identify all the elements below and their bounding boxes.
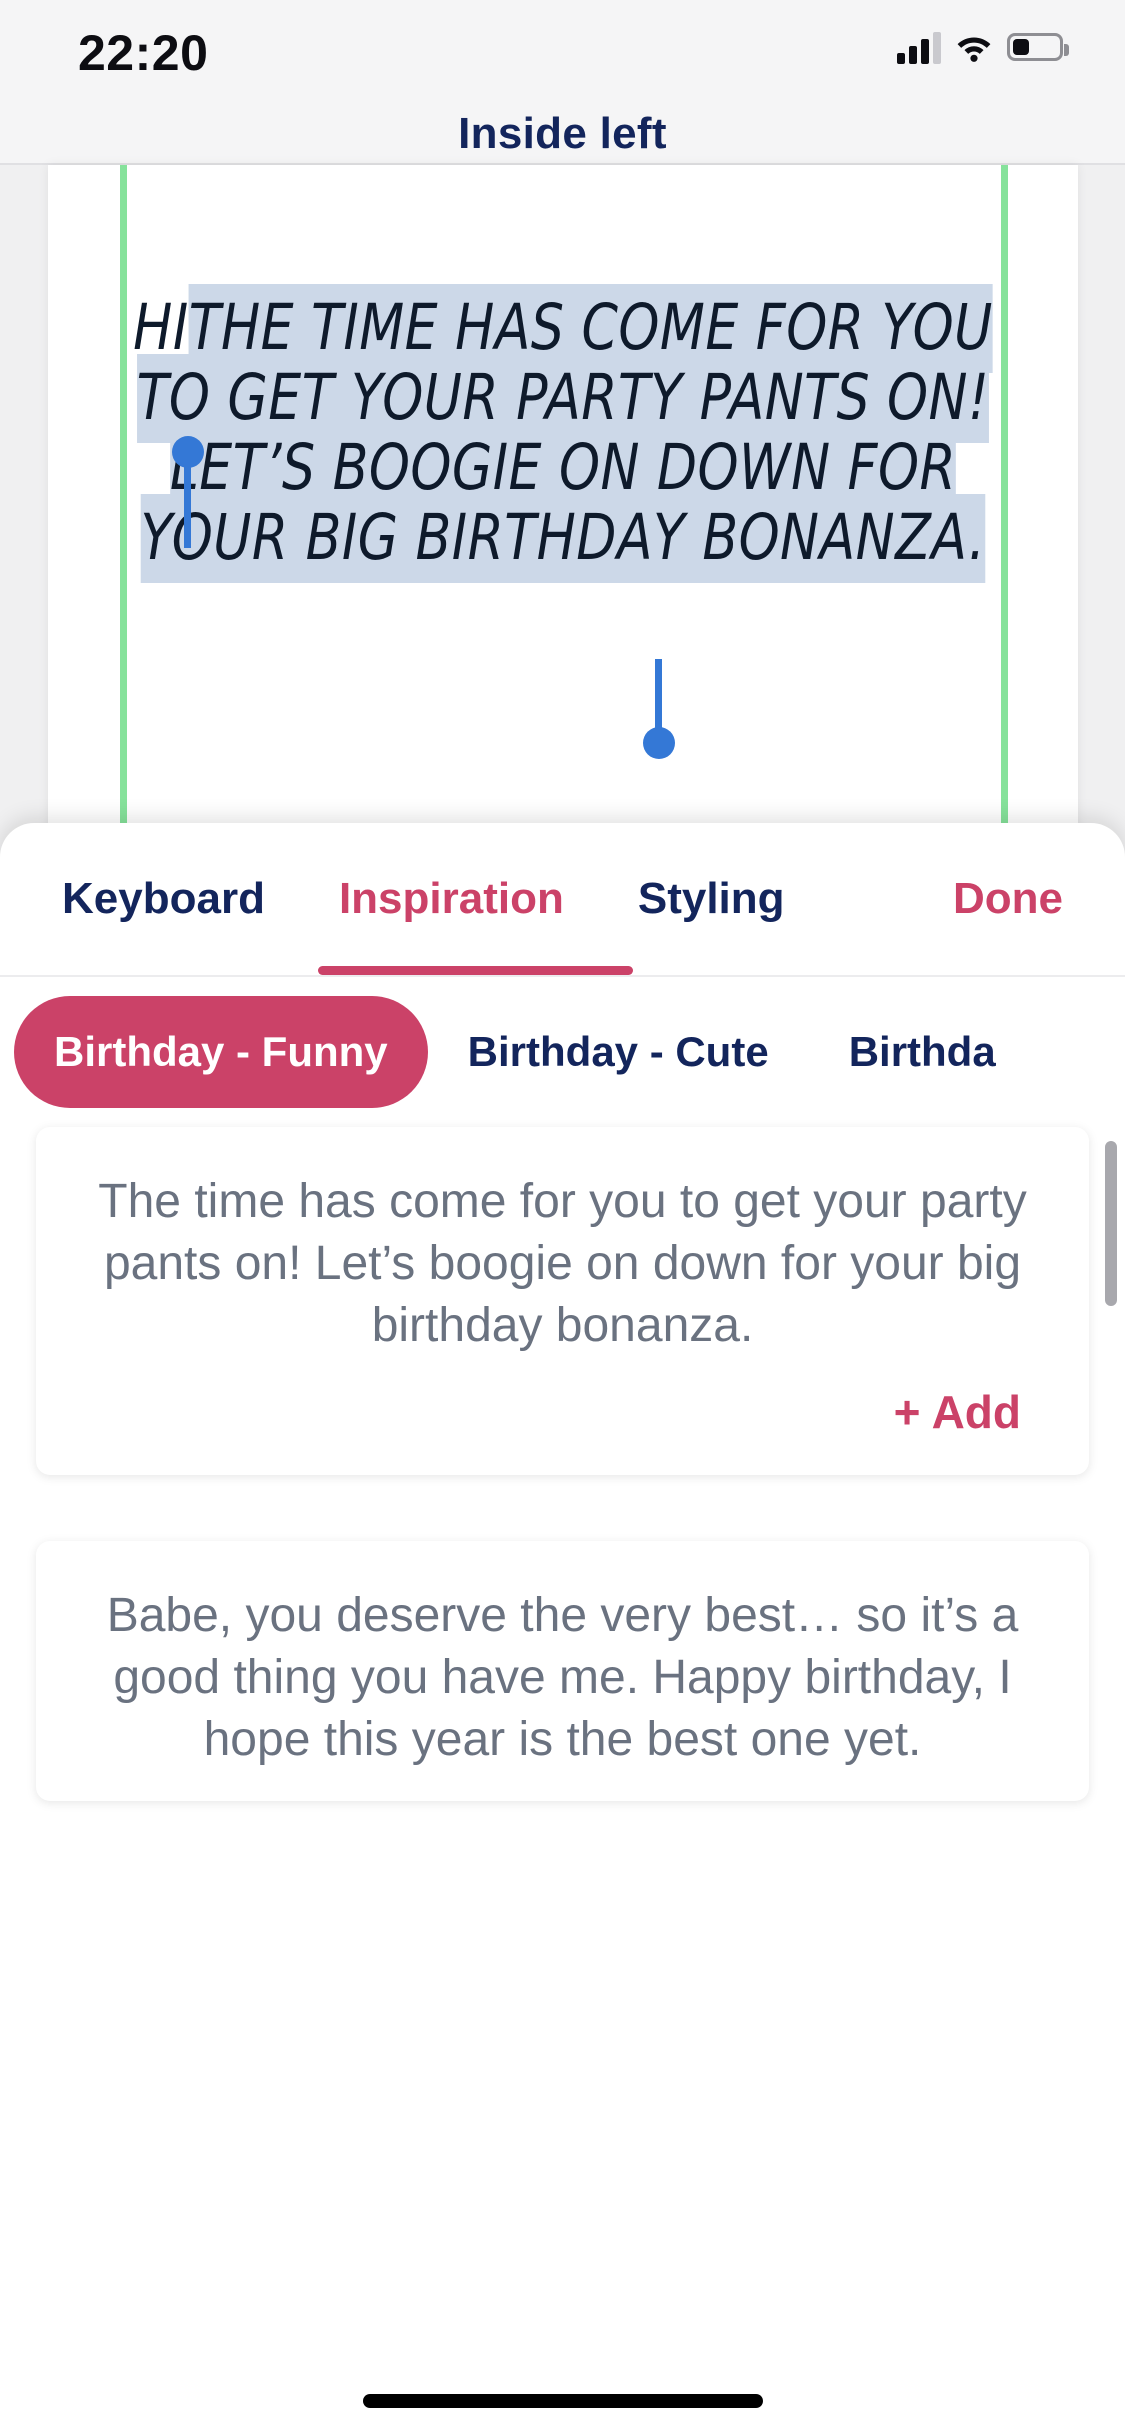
home-indicator	[362, 2394, 763, 2408]
suggestion-list: The time has come for you to get your pa…	[0, 1127, 1125, 1801]
category-chip-row[interactable]: Birthday - Funny Birthday - Cute Birthda	[0, 977, 1125, 1127]
scrollbar-track[interactable]	[1105, 1141, 1117, 1611]
chip-birthday-funny[interactable]: Birthday - Funny	[14, 996, 428, 1108]
card-text-editor[interactable]: HITHE TIME HAS COME FOR YOU TO GET YOUR …	[126, 284, 1000, 583]
add-button[interactable]: + Add	[882, 1379, 1033, 1445]
status-bar: 22:20	[0, 0, 1125, 104]
navigation-bar: Inside left	[0, 104, 1125, 164]
tab-inspiration[interactable]: Inspiration	[339, 874, 564, 924]
status-indicators	[897, 30, 1069, 64]
active-tab-indicator	[318, 966, 633, 975]
inspiration-sheet: Keyboard Inspiration Styling Done Birthd…	[0, 823, 1125, 2436]
card-text-selected: THE TIME HAS COME FOR YOU TO GET YOUR PA…	[136, 284, 993, 583]
selection-handle-start-bar	[184, 456, 191, 548]
scrollbar-thumb[interactable]	[1105, 1141, 1117, 1306]
suggestion-card-1[interactable]: The time has come for you to get your pa…	[36, 1127, 1089, 1475]
cellular-bars-icon	[897, 30, 941, 64]
battery-icon	[1007, 33, 1069, 61]
tab-keyboard[interactable]: Keyboard	[62, 874, 265, 924]
page-title: Inside left	[458, 109, 667, 158]
selection-handle-end-knob[interactable]	[643, 727, 675, 759]
tab-styling[interactable]: Styling	[638, 874, 785, 924]
suggestion-actions: + Add	[92, 1379, 1033, 1445]
wifi-icon	[955, 32, 993, 62]
chip-birthday-third[interactable]: Birthda	[809, 996, 1036, 1108]
phone-screen: 22:20 Inside left HITHE TIME HAS COME FO…	[0, 0, 1125, 2436]
sheet-tab-bar: Keyboard Inspiration Styling Done	[0, 823, 1125, 975]
suggestion-text: The time has come for you to get your pa…	[98, 1175, 1027, 1352]
suggestion-card-2[interactable]: Babe, you deserve the very best… so it’s…	[36, 1541, 1089, 1801]
suggestion-text: Babe, you deserve the very best… so it’s…	[106, 1589, 1019, 1766]
status-time: 22:20	[78, 25, 209, 81]
done-button[interactable]: Done	[953, 874, 1063, 924]
chip-birthday-cute[interactable]: Birthday - Cute	[428, 996, 809, 1108]
